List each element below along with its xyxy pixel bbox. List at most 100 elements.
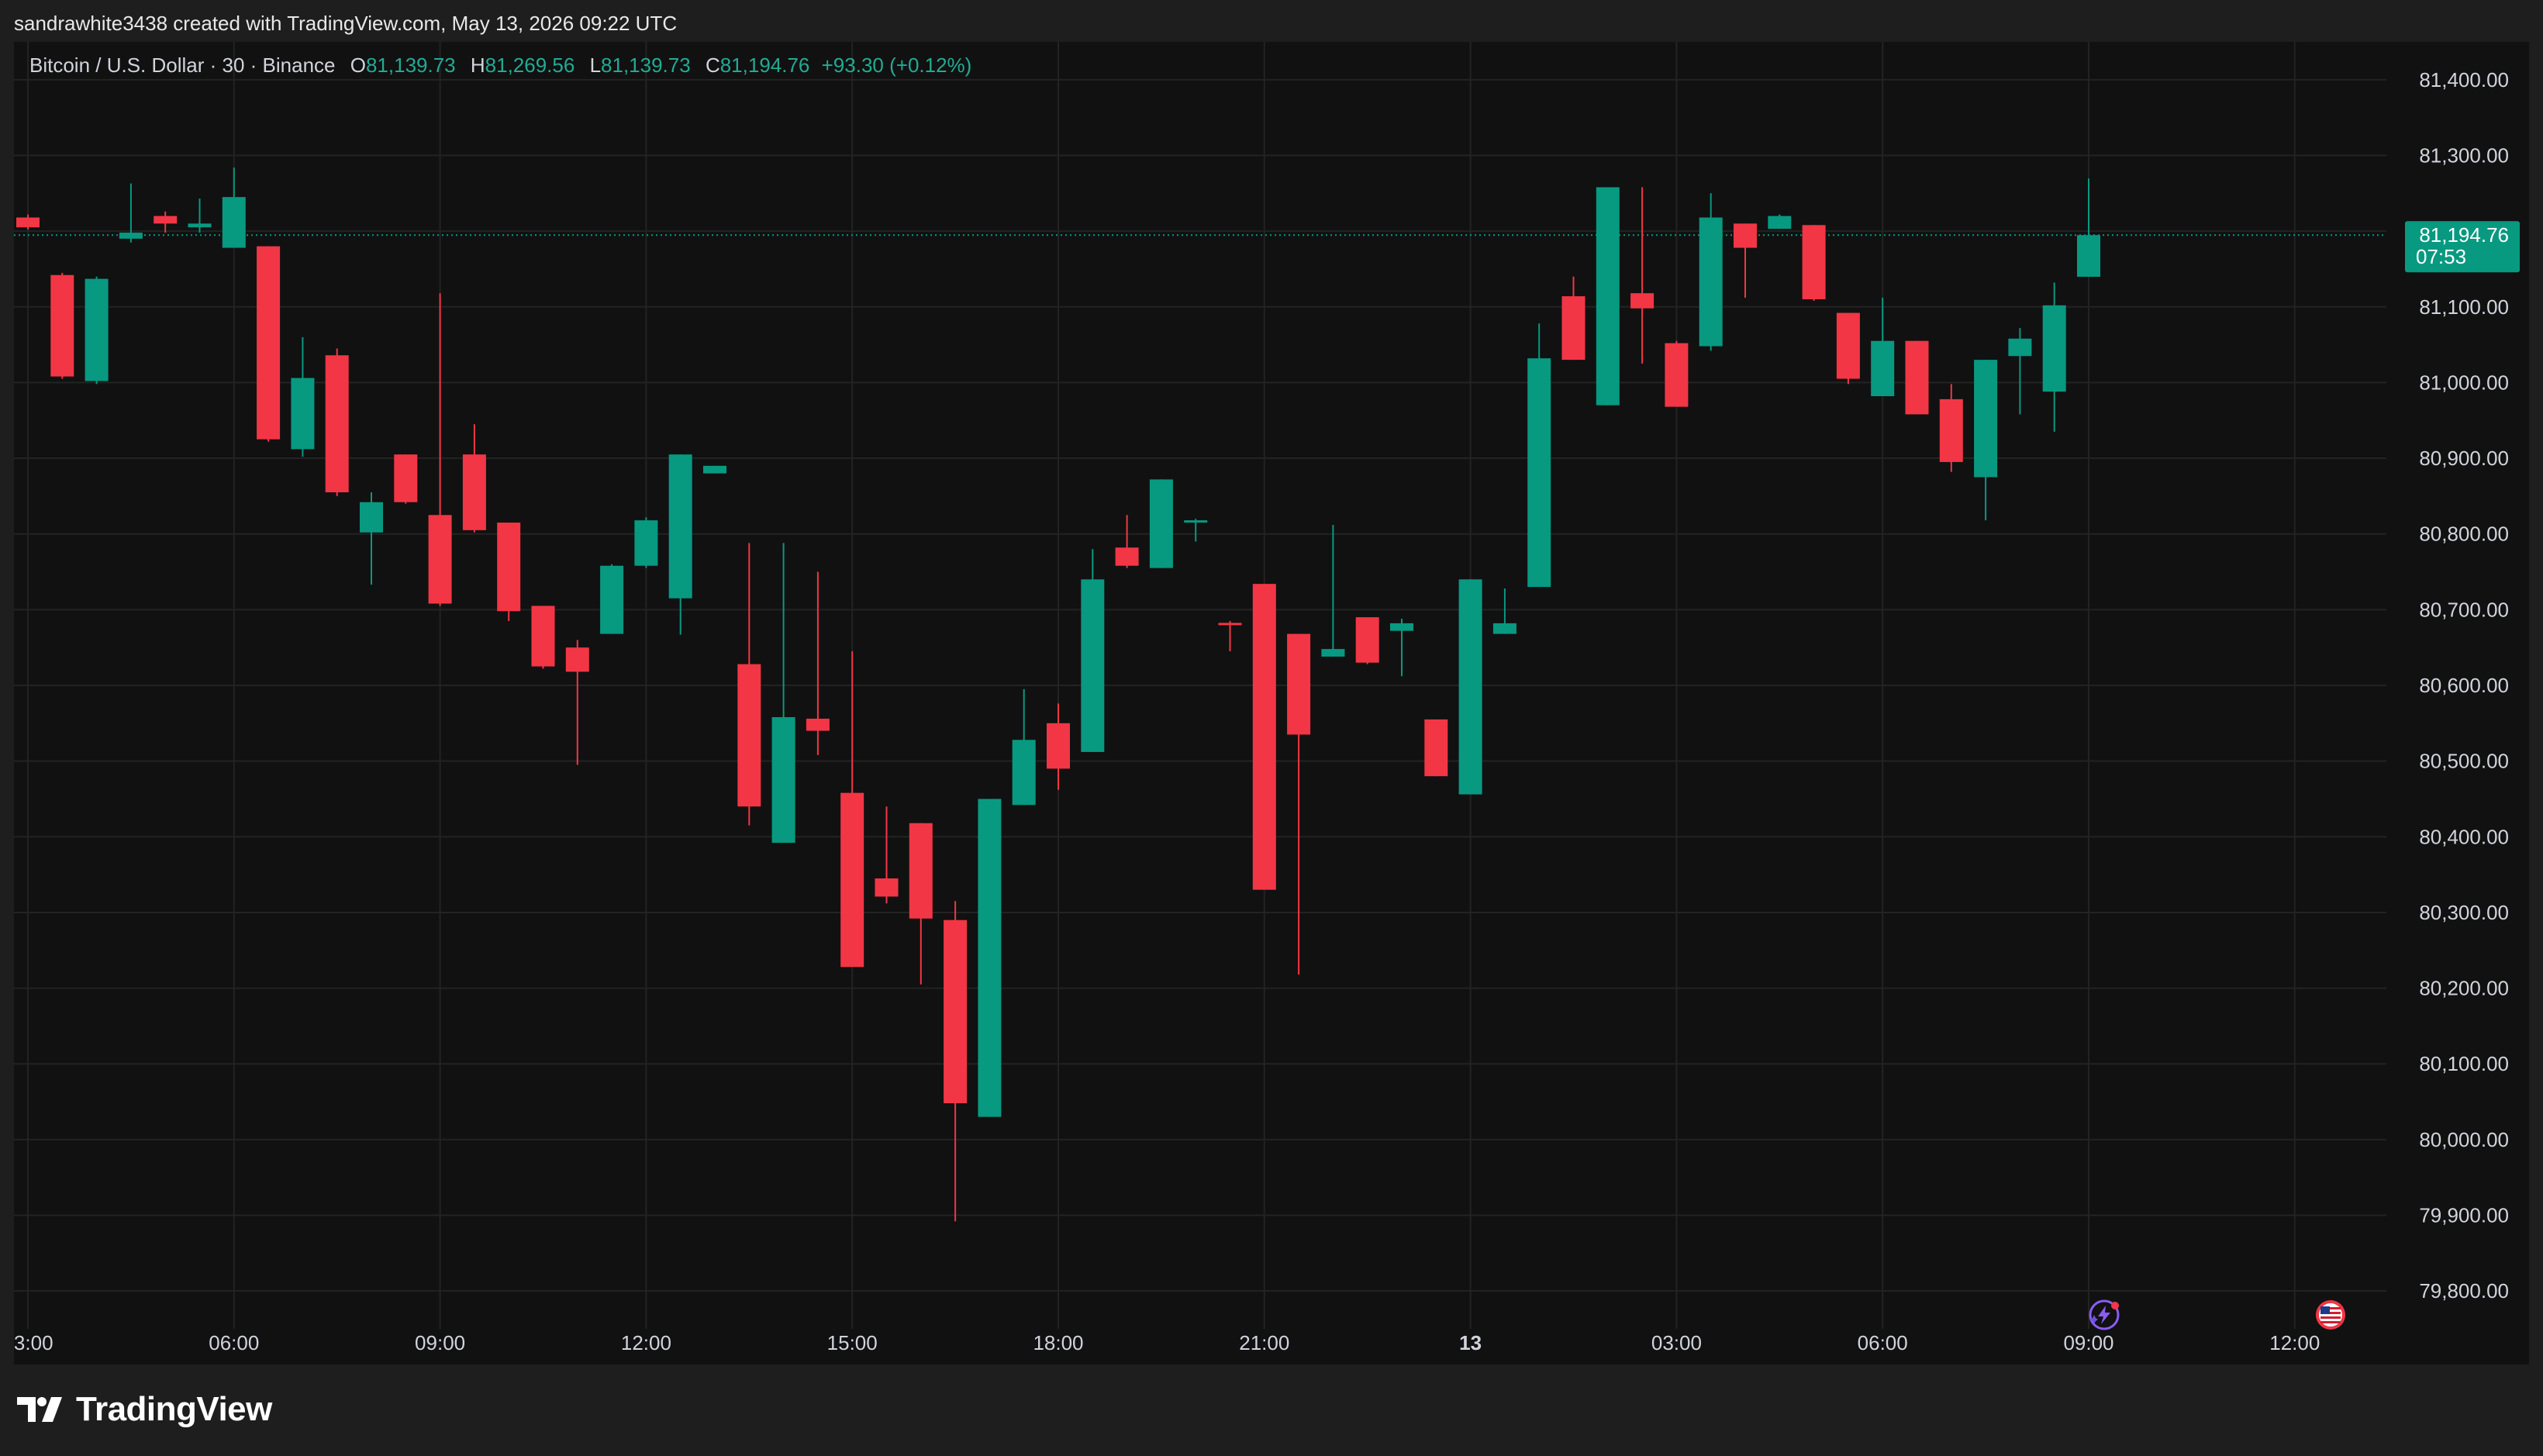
candle-body — [531, 606, 555, 667]
candle-body — [909, 823, 933, 919]
candle[interactable] — [1596, 187, 1620, 405]
candle-body — [1012, 740, 1036, 806]
candle-body — [1561, 296, 1585, 361]
candle[interactable] — [1699, 193, 1723, 351]
candle[interactable] — [1905, 340, 1929, 415]
candle[interactable] — [944, 901, 968, 1222]
candle[interactable] — [1492, 588, 1516, 634]
candle[interactable] — [840, 651, 864, 968]
x-tick-label: 06:00 — [1858, 1331, 1908, 1354]
candle[interactable] — [1287, 633, 1311, 975]
candle[interactable] — [1355, 617, 1379, 664]
candle[interactable] — [634, 517, 658, 568]
candle[interactable] — [257, 246, 281, 442]
y-tick-label: 80,500.00 — [2419, 750, 2509, 773]
symbol-title[interactable]: Bitcoin / U.S. Dollar · 30 · Binance — [29, 53, 336, 77]
candle[interactable] — [1939, 384, 1963, 472]
candle[interactable] — [85, 276, 109, 385]
candle[interactable] — [703, 465, 726, 474]
candle-body — [2008, 338, 2032, 357]
candlestick-chart[interactable]: 79,800.00 79,900.00 80,000.00 80,100.00 80,2… — [14, 42, 2529, 1365]
candle[interactable] — [600, 564, 624, 634]
candle-body — [497, 523, 521, 612]
candle[interactable] — [119, 183, 143, 243]
chart-panel[interactable]: 79,800.00 79,900.00 80,000.00 80,100.00 80,2… — [14, 42, 2529, 1365]
candle-body — [1184, 520, 1208, 523]
candle[interactable] — [188, 198, 212, 233]
tradingview-logo[interactable]: TradingView — [17, 1388, 272, 1431]
y-tick-label: 81,000.00 — [2419, 371, 2509, 394]
candle[interactable] — [1871, 298, 1895, 396]
candle[interactable] — [360, 492, 383, 585]
candle-body — [2042, 305, 2066, 392]
candle[interactable] — [875, 806, 899, 904]
candle[interactable] — [1081, 549, 1105, 752]
candle[interactable] — [222, 167, 246, 248]
candle[interactable] — [428, 293, 452, 606]
x-tick-label: 09:00 — [415, 1331, 465, 1354]
candle[interactable] — [1012, 688, 1036, 806]
x-tick-label: 12:00 — [621, 1331, 671, 1354]
candle-body — [394, 454, 418, 502]
sparkle-lightning-icon[interactable] — [2089, 1299, 2120, 1330]
candle[interactable] — [1768, 214, 1792, 229]
candle[interactable] — [394, 454, 418, 504]
candle[interactable] — [1836, 312, 1860, 385]
candle[interactable] — [771, 543, 795, 844]
candle[interactable] — [1424, 719, 1448, 777]
candle[interactable] — [462, 424, 486, 533]
candle-body — [1287, 633, 1311, 735]
candle-body — [1149, 479, 1173, 568]
candle[interactable] — [2077, 178, 2100, 277]
candle-body — [1390, 623, 1413, 631]
candle-body — [1321, 649, 1345, 657]
candle[interactable] — [1974, 360, 1998, 521]
candle[interactable] — [325, 348, 349, 496]
candle[interactable] — [909, 823, 933, 985]
candle[interactable] — [1734, 223, 1757, 298]
candle[interactable] — [565, 640, 589, 765]
candle[interactable] — [16, 214, 40, 230]
candle-body — [1768, 216, 1792, 229]
candle[interactable] — [2008, 328, 2032, 415]
candle[interactable] — [978, 799, 1002, 1117]
candle[interactable] — [50, 272, 74, 379]
candle[interactable] — [291, 336, 315, 457]
candle-body — [1081, 579, 1105, 752]
candle[interactable] — [531, 606, 555, 669]
candle[interactable] — [1115, 515, 1139, 568]
candle[interactable] — [1321, 524, 1345, 657]
candle[interactable] — [1218, 621, 1242, 652]
candle-body — [978, 799, 1002, 1117]
candle[interactable] — [1458, 579, 1482, 795]
y-tick-label: 80,000.00 — [2419, 1128, 2509, 1151]
time-axis[interactable]: 03:00 06:00 09:00 12:00 15:00 18:00 21:00 13 03:… — [14, 1331, 2320, 1354]
candle[interactable] — [737, 543, 761, 826]
candle[interactable] — [1561, 276, 1585, 361]
candle[interactable] — [1149, 479, 1173, 568]
us-flag-icon[interactable] — [2316, 1300, 2345, 1330]
y-tick-label: 81,400.00 — [2419, 68, 2509, 91]
candle[interactable] — [1665, 340, 1689, 407]
candle-body — [703, 465, 726, 474]
candle[interactable] — [154, 211, 178, 233]
candle[interactable] — [1047, 703, 1070, 790]
candle[interactable] — [1390, 619, 1413, 677]
candle[interactable] — [1252, 584, 1276, 890]
candle[interactable] — [1527, 323, 1551, 588]
candle[interactable] — [1630, 187, 1655, 364]
candle[interactable] — [806, 571, 830, 755]
candle[interactable] — [2042, 282, 2066, 432]
candle-body — [1458, 579, 1482, 795]
chart-attribution: sandrawhite3438 created with TradingView… — [14, 9, 677, 37]
candle[interactable] — [497, 523, 521, 621]
candle[interactable] — [668, 454, 692, 635]
y-tick-label: 79,900.00 — [2419, 1204, 2509, 1227]
candle-body — [1665, 343, 1689, 407]
candle[interactable] — [1802, 225, 1826, 301]
last-price-tag: 81,194.76 07:53 — [2405, 221, 2520, 273]
candle[interactable] — [1184, 519, 1208, 542]
x-tick-label: 03:00 — [14, 1331, 53, 1354]
low-label: L — [589, 53, 602, 77]
candle-body — [1355, 617, 1379, 663]
